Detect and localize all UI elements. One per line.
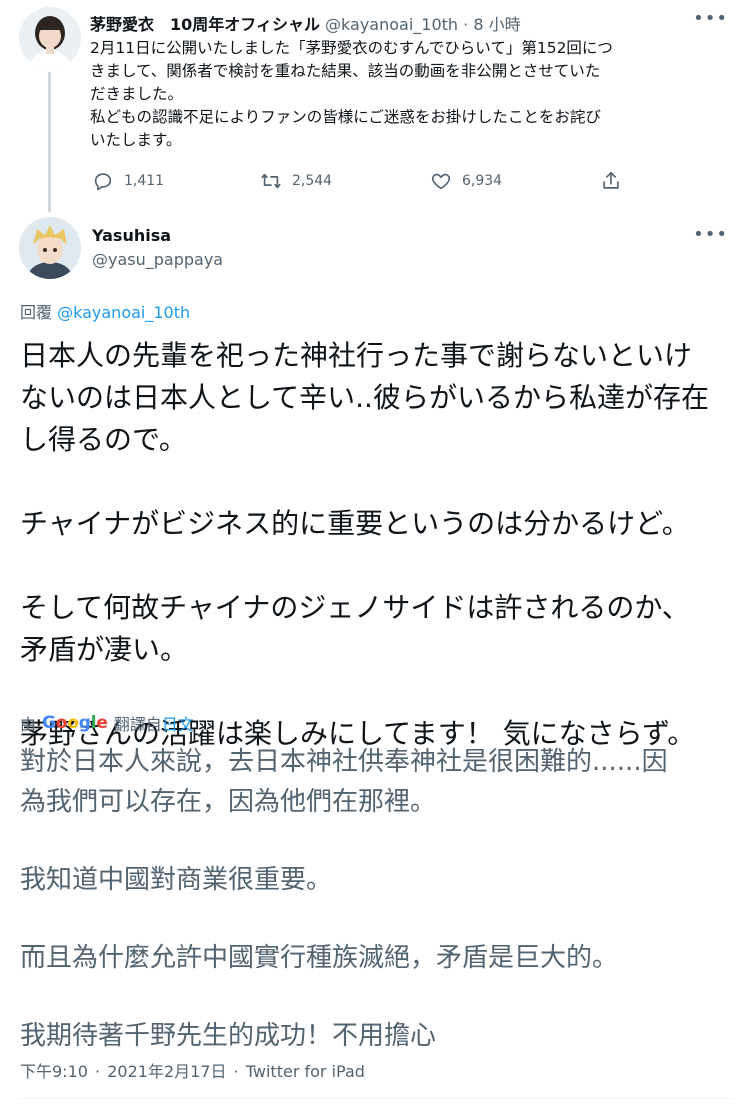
share-icon: [603, 171, 619, 189]
text-line: 我知道中國對商業很重要。: [20, 865, 333, 895]
translated-text: 對於日本人來說，去日本神社供奉神社是很困難的......因 為我們可以存在，因為…: [20, 742, 732, 1056]
avatar[interactable]: [19, 7, 81, 69]
author-name[interactable]: 茅野愛衣 10周年オフィシャル: [90, 15, 320, 34]
text-line: し得るので。: [20, 423, 187, 456]
parent-tweet[interactable]: 茅野愛衣 10周年オフィシャル @kayanoai_10th · 8 小時 ••…: [0, 0, 752, 212]
parent-tweet-text: 2月11日に公開いたしました「茅野愛衣のむすんでひらいて」第152回につ きまし…: [90, 37, 730, 152]
tweet-actions: 1,411 2,544 6,934: [90, 170, 630, 196]
replying-label: 回覆: [20, 303, 53, 322]
author-handle[interactable]: @kayanoai_10th: [325, 15, 458, 34]
like-button[interactable]: 6,934: [430, 170, 502, 192]
divider: [20, 1098, 732, 1099]
reply-button[interactable]: 1,411: [92, 170, 164, 192]
author-handle[interactable]: @yasu_pappaya: [92, 250, 223, 269]
reply-icon: [94, 173, 112, 191]
retweet-count: 2,544: [292, 173, 333, 189]
more-horizontal-icon[interactable]: •••: [693, 8, 728, 29]
text-line: ないのは日本人として辛い..彼らがいるから私達が存在: [20, 381, 709, 414]
replying-to: 回覆 @kayanoai_10th: [20, 299, 190, 323]
text-line: だきました。: [90, 85, 184, 103]
translated-by-label: 由: [20, 715, 37, 734]
text-line: 我期待著千野先生的成功！不用擔心: [20, 1021, 437, 1051]
like-count: 6,934: [462, 173, 503, 189]
avatar-illustration-icon: [19, 217, 81, 279]
tweet-date[interactable]: 2021年2月17日: [107, 1062, 226, 1081]
reply-tweet-text: 日本人の先輩を祀った神社行った事で謝らないといけ ないのは日本人として辛い..彼…: [20, 335, 732, 755]
text-line: 2月11日に公開いたしました「茅野愛衣のむすんでひらいて」第152回につ: [90, 39, 613, 57]
avatar[interactable]: [19, 217, 81, 279]
tweet-time[interactable]: 8 小時: [473, 15, 520, 34]
source-language-link[interactable]: 日文: [162, 711, 194, 735]
text-line: 為我們可以存在，因為他們在那裡。: [20, 787, 437, 817]
avatar-photo-icon: [19, 7, 81, 69]
header-separator: ·: [463, 15, 469, 34]
meta-separator: ·: [95, 1062, 101, 1081]
meta-separator: ·: [233, 1062, 239, 1081]
text-line: そして何故チャイナのジェノサイドは許されるのか、: [20, 591, 690, 624]
author-name[interactable]: Yasuhisa: [92, 226, 171, 245]
reply-count: 1,411: [124, 173, 165, 189]
retweet-button[interactable]: 2,544: [260, 170, 332, 192]
text-line: チャイナがビジネス的に重要というのは分かるけど。: [20, 507, 690, 540]
retweet-icon: [261, 173, 281, 189]
heart-icon: [431, 173, 451, 190]
tweet-meta: 下午9:10 · 2021年2月17日 · Twitter for iPad: [20, 1058, 365, 1082]
tweet-source[interactable]: Twitter for iPad: [246, 1062, 365, 1081]
parent-tweet-header: 茅野愛衣 10周年オフィシャル @kayanoai_10th · 8 小時: [90, 11, 521, 35]
thread-connector-line: [48, 72, 51, 212]
share-button[interactable]: [600, 170, 622, 192]
translated-from-label: 翻譯自: [113, 715, 162, 734]
text-line: 私どもの認識不足によりファンの皆様にご迷惑をお掛けしたことをお詫び: [90, 108, 601, 126]
more-horizontal-icon[interactable]: •••: [693, 224, 728, 245]
translation-attribution: 由 Google 翻譯自 日文: [20, 711, 194, 735]
text-line: きまして、関係者で検討を重ねた結果、該当の動画を非公開とさせていた: [90, 62, 601, 80]
text-line: 日本人の先輩を祀った神社行った事で謝らないといけ: [20, 339, 693, 372]
text-line: いたします。: [90, 131, 182, 149]
text-line: 而且為什麼允許中國實行種族滅絕，矛盾是巨大的。: [20, 943, 619, 973]
reply-tweet-header: Yasuhisa @yasu_pappaya •••: [0, 212, 752, 292]
text-line: 矛盾が凄い。: [20, 633, 189, 666]
text-line: 對於日本人來說，去日本神社供奉神社是很困難的......因: [20, 747, 668, 777]
replying-mention-link[interactable]: @kayanoai_10th: [57, 303, 190, 322]
tweet-thread: 茅野愛衣 10周年オフィシャル @kayanoai_10th · 8 小時 ••…: [0, 0, 752, 1104]
google-logo[interactable]: Google: [42, 713, 108, 733]
tweet-time[interactable]: 下午9:10: [20, 1062, 88, 1081]
